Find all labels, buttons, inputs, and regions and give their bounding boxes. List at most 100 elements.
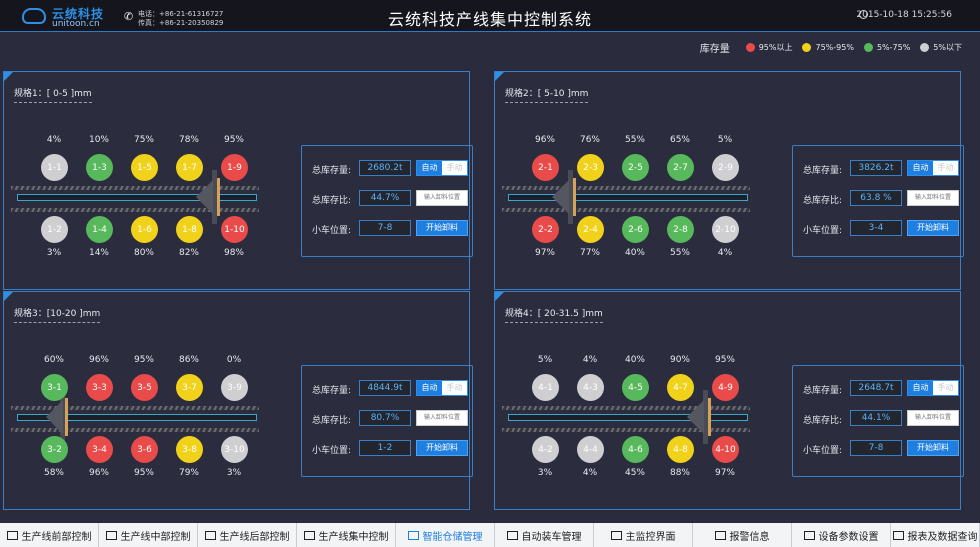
storage-bin[interactable]: 2-5 xyxy=(622,154,649,181)
total-ratio-value: 44.7% xyxy=(359,190,411,206)
storage-bin[interactable]: 3-2 xyxy=(41,436,68,463)
storage-bin[interactable]: 4-5 xyxy=(622,374,649,401)
legend-label: 95%以上 xyxy=(758,42,793,52)
storage-bin[interactable]: 3-6 xyxy=(131,436,158,463)
storage-bin[interactable]: 1-8 xyxy=(176,216,203,243)
conveyor-track xyxy=(508,194,748,201)
storage-bin[interactable]: 2-7 xyxy=(667,154,694,181)
storage-bin[interactable]: 3-10 xyxy=(221,436,248,463)
bin-fill-percent: 80% xyxy=(133,248,154,258)
nav-item-label: 自动装车管理 xyxy=(521,531,582,543)
auto-option[interactable]: 自动 xyxy=(417,381,442,395)
start-unload-button[interactable]: 开始卸料 xyxy=(907,220,959,236)
legend-dot xyxy=(920,42,930,52)
storage-bin[interactable]: 2-4 xyxy=(577,216,604,243)
storage-bin[interactable]: 2-9 xyxy=(712,154,739,181)
storage-bin[interactable]: 4-6 xyxy=(622,436,649,463)
auto-manual-toggle[interactable]: 自动 手动 xyxy=(416,380,468,396)
storage-bin[interactable]: 3-1 xyxy=(41,374,68,401)
storage-bin[interactable]: 4-7 xyxy=(667,374,694,401)
storage-bin[interactable]: 1-2 xyxy=(41,216,68,243)
nav-item[interactable]: 生产线集中控制 xyxy=(297,523,396,547)
nav-item[interactable]: 设备参数设置 xyxy=(792,523,891,547)
manual-option[interactable]: 手动 xyxy=(933,161,958,175)
storage-bin[interactable]: 3-7 xyxy=(176,374,203,401)
storage-bin[interactable]: 4-3 xyxy=(577,374,604,401)
bin-fill-percent: 4% xyxy=(582,355,598,365)
car-position-label: 小车位置: xyxy=(803,226,843,236)
storage-bin[interactable]: 4-9 xyxy=(712,374,739,401)
storage-bin[interactable]: 4-8 xyxy=(667,436,694,463)
conveyor-rail-top xyxy=(502,406,750,410)
nav-item-label: 报警信息 xyxy=(729,531,770,543)
storage-bin[interactable]: 1-10 xyxy=(221,216,248,243)
bin-fill-percent: 97% xyxy=(534,248,555,258)
storage-bin[interactable]: 1-4 xyxy=(86,216,113,243)
total-ratio-label: 总库存比: xyxy=(312,416,352,426)
bin-fill-percent: 45% xyxy=(624,468,645,478)
start-unload-button[interactable]: 开始卸料 xyxy=(907,440,959,456)
nav-item[interactable]: 生产线前部控制 xyxy=(0,523,99,547)
spec-panel: 规格3：[10-20 ]mm 60% 3-1 96% 3-3 95% 3-5 86% 3-7 0%… xyxy=(3,291,473,510)
total-stock-value: 4844.9t xyxy=(359,380,411,396)
total-ratio-label: 总库存比: xyxy=(803,416,843,426)
bottom-nav: 生产线前部控制 生产线中部控制 生产线后部控制 生产线集中控制 智能仓储管理 自动装车管理… xyxy=(0,523,980,547)
unload-position-input[interactable] xyxy=(907,190,959,206)
auto-manual-toggle[interactable]: 自动 手动 xyxy=(907,160,959,176)
legend-item: 75%-95% xyxy=(802,42,854,53)
truck-icon xyxy=(506,530,518,540)
unload-position-input[interactable] xyxy=(907,410,959,426)
storage-bin[interactable]: 1-7 xyxy=(176,154,203,181)
storage-bin[interactable]: 4-10 xyxy=(712,436,739,463)
auto-option[interactable]: 自动 xyxy=(908,161,933,175)
header-bar: 云统科技 unitoon.cn ✆ 电话：+86-21-61316727 传真：… xyxy=(0,0,980,32)
storage-bin[interactable]: 4-2 xyxy=(532,436,559,463)
storage-bin[interactable]: 1-5 xyxy=(131,154,158,181)
tripper-car-wedge xyxy=(552,180,569,214)
auto-option[interactable]: 自动 xyxy=(417,161,442,175)
storage-bin[interactable]: 1-1 xyxy=(41,154,68,181)
storage-bin[interactable]: 3-8 xyxy=(176,436,203,463)
start-unload-button[interactable]: 开始卸料 xyxy=(416,440,468,456)
bin-fill-percent: 3% xyxy=(226,468,242,478)
storage-bin[interactable]: 1-6 xyxy=(131,216,158,243)
auto-option[interactable]: 自动 xyxy=(908,381,933,395)
storage-icon xyxy=(407,530,419,540)
auto-manual-toggle[interactable]: 自动 手动 xyxy=(416,160,468,176)
storage-bin[interactable]: 2-10 xyxy=(712,216,739,243)
nav-item[interactable]: 报警信息 xyxy=(693,523,792,547)
storage-bin[interactable]: 3-4 xyxy=(86,436,113,463)
storage-bin[interactable]: 2-8 xyxy=(667,216,694,243)
car-position-value: 7-8 xyxy=(359,220,411,236)
storage-bin[interactable]: 1-3 xyxy=(86,154,113,181)
storage-bin[interactable]: 2-3 xyxy=(577,154,604,181)
panel-corner-marker xyxy=(495,72,504,81)
manual-option[interactable]: 手动 xyxy=(442,161,467,175)
nav-item[interactable]: 生产线中部控制 xyxy=(99,523,198,547)
unload-position-input[interactable] xyxy=(416,190,468,206)
unload-position-input[interactable] xyxy=(416,410,468,426)
bin-fill-percent: 76% xyxy=(579,135,600,145)
bin-fill-percent: 55% xyxy=(624,135,645,145)
storage-bin[interactable]: 2-2 xyxy=(532,216,559,243)
storage-bin[interactable]: 2-1 xyxy=(532,154,559,181)
nav-item[interactable]: 生产线后部控制 xyxy=(198,523,297,547)
manual-option[interactable]: 手动 xyxy=(442,381,467,395)
nav-item[interactable]: 自动装车管理 xyxy=(495,523,594,547)
legend-item: 5%-75% xyxy=(863,42,910,53)
start-unload-button[interactable]: 开始卸料 xyxy=(416,220,468,236)
storage-bin[interactable]: 4-4 xyxy=(577,436,604,463)
manual-option[interactable]: 手动 xyxy=(933,381,958,395)
nav-item[interactable]: 主监控界面 xyxy=(594,523,693,547)
storage-bin[interactable]: 1-9 xyxy=(221,154,248,181)
total-stock-value: 3826.2t xyxy=(850,160,902,176)
storage-bin[interactable]: 3-3 xyxy=(86,374,113,401)
auto-manual-toggle[interactable]: 自动 手动 xyxy=(907,380,959,396)
bin-fill-percent: 40% xyxy=(624,355,645,365)
nav-item[interactable]: 报表及数据查询 xyxy=(891,523,980,547)
nav-item[interactable]: 智能仓储管理 xyxy=(396,523,495,547)
storage-bin[interactable]: 2-6 xyxy=(622,216,649,243)
storage-bin[interactable]: 3-5 xyxy=(131,374,158,401)
storage-bin[interactable]: 4-1 xyxy=(532,374,559,401)
storage-bin[interactable]: 3-9 xyxy=(221,374,248,401)
